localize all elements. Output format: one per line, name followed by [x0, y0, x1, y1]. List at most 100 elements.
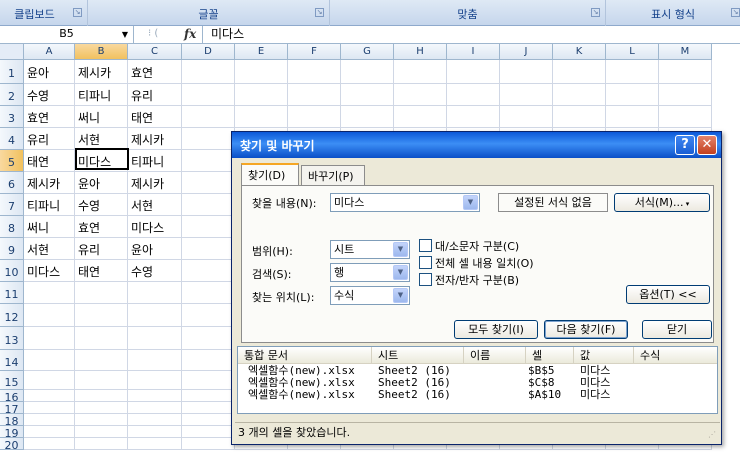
cell-B12[interactable]	[75, 304, 128, 327]
cell-C12[interactable]	[128, 304, 182, 327]
insert-function-icon[interactable]: fx	[184, 26, 196, 42]
cell-D8[interactable]	[182, 216, 235, 238]
cell-C6[interactable]: 제시카	[128, 172, 182, 194]
cell-B13[interactable]	[75, 327, 128, 350]
cell-A18[interactable]	[24, 414, 75, 426]
cell-L1[interactable]	[606, 60, 659, 84]
tab-find[interactable]: 찾기(D)	[241, 163, 299, 186]
cell-C8[interactable]: 미다스	[128, 216, 182, 238]
cell-C18[interactable]	[128, 414, 182, 426]
name-box[interactable]: B5	[0, 26, 134, 43]
cell-A3[interactable]: 효연	[24, 106, 75, 128]
cell-A9[interactable]: 서현	[24, 238, 75, 260]
cell-A20[interactable]	[24, 438, 75, 450]
cell-C17[interactable]	[128, 402, 182, 414]
cell-A15[interactable]	[24, 371, 75, 390]
row-header[interactable]: 16	[0, 390, 24, 404]
row-header[interactable]: 9	[0, 238, 24, 260]
cell-D11[interactable]	[182, 282, 235, 304]
cell-B19[interactable]	[75, 426, 128, 438]
cell-B15[interactable]	[75, 371, 128, 390]
close-button[interactable]: 닫기	[642, 320, 712, 339]
cell-A17[interactable]	[24, 402, 75, 414]
cell-A7[interactable]: 티파니	[24, 194, 75, 216]
cell-C4[interactable]: 제시카	[128, 128, 182, 150]
match-case-checkbox[interactable]	[419, 239, 432, 252]
cell-C14[interactable]	[128, 350, 182, 371]
cell-A12[interactable]	[24, 304, 75, 327]
cell-K3[interactable]	[553, 106, 606, 128]
cell-C5[interactable]: 티파니	[128, 150, 182, 172]
cell-A11[interactable]	[24, 282, 75, 304]
column-header[interactable]: L	[606, 44, 659, 60]
results-header-cell[interactable]: 셀	[526, 347, 574, 364]
cell-A5[interactable]: 태연	[24, 150, 75, 172]
cell-B10[interactable]: 태연	[75, 260, 128, 282]
cell-B9[interactable]: 유리	[75, 238, 128, 260]
cell-C15[interactable]	[128, 371, 182, 390]
column-header[interactable]: A	[24, 44, 75, 60]
cell-C16[interactable]	[128, 390, 182, 402]
cell-A8[interactable]: 써니	[24, 216, 75, 238]
cell-D20[interactable]	[182, 438, 235, 450]
cell-D7[interactable]	[182, 194, 235, 216]
column-header[interactable]: K	[553, 44, 606, 60]
cell-L2[interactable]	[606, 84, 659, 106]
cell-J3[interactable]	[500, 106, 553, 128]
column-header[interactable]: I	[447, 44, 500, 60]
tab-replace[interactable]: 바꾸기(P)	[301, 165, 365, 185]
cell-H3[interactable]	[394, 106, 447, 128]
row-header[interactable]: 4	[0, 128, 24, 150]
cell-C2[interactable]: 유리	[128, 84, 182, 106]
cell-D4[interactable]	[182, 128, 235, 150]
find-all-button[interactable]: 모두 찾기(I)	[454, 320, 538, 339]
results-header-value[interactable]: 값	[574, 347, 634, 364]
cell-C13[interactable]	[128, 327, 182, 350]
cell-C1[interactable]: 효연	[128, 60, 182, 84]
row-header[interactable]: 13	[0, 327, 24, 350]
cell-D17[interactable]	[182, 402, 235, 414]
row-header[interactable]: 8	[0, 216, 24, 238]
cell-M2[interactable]	[659, 84, 712, 106]
cell-E1[interactable]	[235, 60, 288, 84]
row-header[interactable]: 1	[0, 60, 24, 84]
match-entire-label[interactable]: 전체 셀 내용 일치(O)	[435, 255, 534, 271]
row-header[interactable]: 19	[0, 426, 24, 440]
cell-C20[interactable]	[128, 438, 182, 450]
cell-J2[interactable]	[500, 84, 553, 106]
cell-B5[interactable]: 미다스	[75, 150, 128, 172]
dialog-launcher-icon[interactable]: ↘	[315, 8, 324, 17]
cell-D1[interactable]	[182, 60, 235, 84]
cell-J1[interactable]	[500, 60, 553, 84]
cell-C10[interactable]: 수영	[128, 260, 182, 282]
cell-D6[interactable]	[182, 172, 235, 194]
chevron-down-icon[interactable]: ▼	[393, 265, 408, 280]
cell-F2[interactable]	[288, 84, 341, 106]
results-list[interactable]: 통합 문서 시트 이름 셀 값 수식 엑셀함수(new).xlsx Sheet2 …	[237, 346, 718, 414]
dialog-launcher-icon[interactable]: ↘	[73, 8, 82, 17]
row-header[interactable]: 14	[0, 350, 24, 371]
cell-C7[interactable]: 서현	[128, 194, 182, 216]
cell-D12[interactable]	[182, 304, 235, 327]
results-header-formula[interactable]: 수식	[634, 347, 717, 364]
column-header[interactable]: D	[182, 44, 235, 60]
dialog-launcher-icon[interactable]: ↘	[731, 8, 740, 17]
cell-D19[interactable]	[182, 426, 235, 438]
chevron-down-icon[interactable]: ▼	[118, 26, 132, 43]
resize-grip-icon[interactable]: ⋰	[708, 430, 718, 440]
column-header[interactable]: E	[235, 44, 288, 60]
cell-B14[interactable]	[75, 350, 128, 371]
cell-A13[interactable]	[24, 327, 75, 350]
options-button[interactable]: 옵션(T) <<	[626, 285, 710, 304]
format-button[interactable]: 서식(M)... ▾	[614, 193, 710, 212]
dialog-titlebar[interactable]: 찾기 및 바꾸기 ? ✕	[232, 132, 721, 158]
cell-C11[interactable]	[128, 282, 182, 304]
match-case-label[interactable]: 대/소문자 구분(C)	[435, 238, 519, 254]
formula-input[interactable]: 미다스	[202, 26, 740, 43]
cell-D2[interactable]	[182, 84, 235, 106]
column-header[interactable]: G	[341, 44, 394, 60]
chevron-down-icon[interactable]: ▼	[393, 242, 408, 257]
look-in-select[interactable]: 수식 ▼	[330, 286, 410, 305]
cell-A14[interactable]	[24, 350, 75, 371]
row-header[interactable]: 15	[0, 371, 24, 390]
